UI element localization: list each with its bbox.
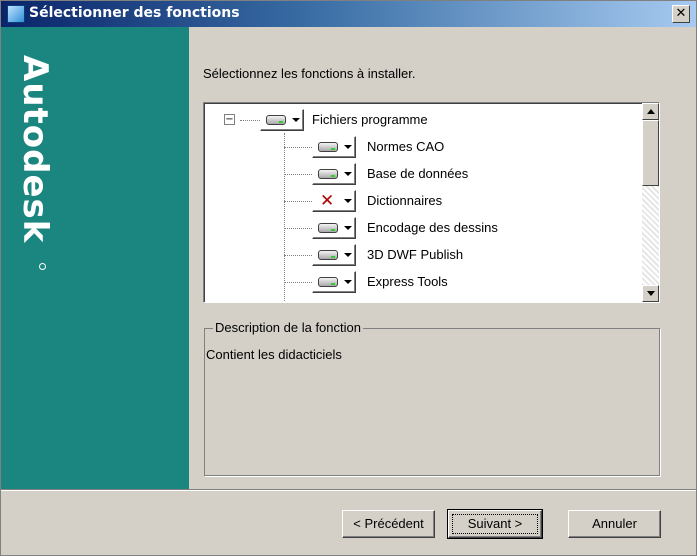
autodesk-logo: Autodesk — [15, 55, 55, 244]
feature-state-dropdown[interactable] — [312, 271, 356, 293]
next-button-label: Suivant > — [467, 516, 523, 531]
next-button[interactable]: Suivant > — [447, 509, 543, 539]
not-installed-icon: ✕ — [320, 191, 335, 211]
tree-connector-line — [284, 147, 312, 148]
setup-window: Sélectionner des fonctions ✕ Autodesk Sé… — [0, 0, 697, 556]
description-group: Description de la fonction Contient les … — [204, 320, 660, 476]
back-button[interactable]: < Précédent — [342, 510, 435, 538]
tree-item-label: 3D DWF Publish — [367, 247, 464, 262]
description-legend: Description de la fonction — [213, 320, 363, 335]
installer-icon — [7, 5, 25, 23]
tree-item[interactable]: Express Tools — [204, 270, 634, 294]
instruction-text: Sélectionnez les fonctions à installer. — [203, 66, 416, 81]
hard-drive-icon — [266, 115, 286, 125]
arrow-down-icon — [647, 291, 655, 296]
dropdown-arrow-icon — [344, 226, 352, 230]
brand-panel: Autodesk — [1, 27, 189, 489]
dropdown-arrow-icon — [344, 199, 352, 203]
hard-drive-icon — [318, 277, 338, 287]
hard-drive-icon — [318, 142, 338, 152]
tree-item[interactable]: Normes CAO — [204, 135, 634, 159]
vertical-scrollbar[interactable] — [642, 103, 659, 302]
tree-item[interactable]: ✕ Dictionnaires — [204, 189, 634, 213]
feature-state-dropdown[interactable] — [312, 244, 356, 266]
hard-drive-icon — [318, 223, 338, 233]
scroll-up-button[interactable] — [642, 103, 659, 120]
dropdown-arrow-icon — [344, 253, 352, 257]
dropdown-arrow-icon — [344, 145, 352, 149]
feature-state-dropdown[interactable] — [312, 217, 356, 239]
description-text: Contient les didacticiels — [206, 347, 342, 362]
arrow-up-icon — [647, 109, 655, 114]
dropdown-arrow-icon — [292, 118, 300, 122]
cancel-button[interactable]: Annuler — [568, 510, 661, 538]
tree-item[interactable]: Encodage des dessins — [204, 216, 634, 240]
footer-divider — [1, 489, 696, 491]
hard-drive-icon — [318, 169, 338, 179]
tree-connector-line — [284, 174, 312, 175]
feature-state-dropdown[interactable] — [260, 109, 304, 131]
title-bar: Sélectionner des fonctions ✕ — [1, 1, 696, 27]
tree-connector-line — [284, 201, 312, 202]
tree-item[interactable]: 3D DWF Publish — [204, 243, 634, 267]
tree-item-label: Fichiers programme — [312, 112, 428, 127]
feature-state-dropdown[interactable] — [312, 163, 356, 185]
scroll-thumb[interactable] — [642, 120, 659, 186]
feature-state-dropdown[interactable]: ✕ — [312, 190, 356, 212]
window-title: Sélectionner des fonctions — [29, 5, 240, 21]
tree-item[interactable]: Base de données — [204, 162, 634, 186]
tree-item-label: Express Tools — [367, 274, 448, 289]
tree-connector-line — [284, 255, 312, 256]
tree-connector-line — [284, 282, 312, 283]
dropdown-arrow-icon — [344, 280, 352, 284]
feature-state-dropdown[interactable] — [312, 136, 356, 158]
tree-item-root[interactable]: Fichiers programme — [204, 108, 634, 132]
tree-item-label: Normes CAO — [367, 139, 445, 154]
tree-item-label: Encodage des dessins — [367, 220, 498, 235]
scroll-down-button[interactable] — [642, 285, 659, 302]
close-button[interactable]: ✕ — [672, 5, 690, 23]
feature-tree[interactable]: − Fichiers programme Normes CAO Base de … — [203, 102, 660, 303]
tree-connector-line — [284, 228, 312, 229]
hard-drive-icon — [318, 250, 338, 260]
dropdown-arrow-icon — [344, 172, 352, 176]
tree-item-label: Dictionnaires — [367, 193, 443, 208]
registered-mark-icon — [39, 263, 46, 270]
tree-item-label: Base de données — [367, 166, 469, 181]
